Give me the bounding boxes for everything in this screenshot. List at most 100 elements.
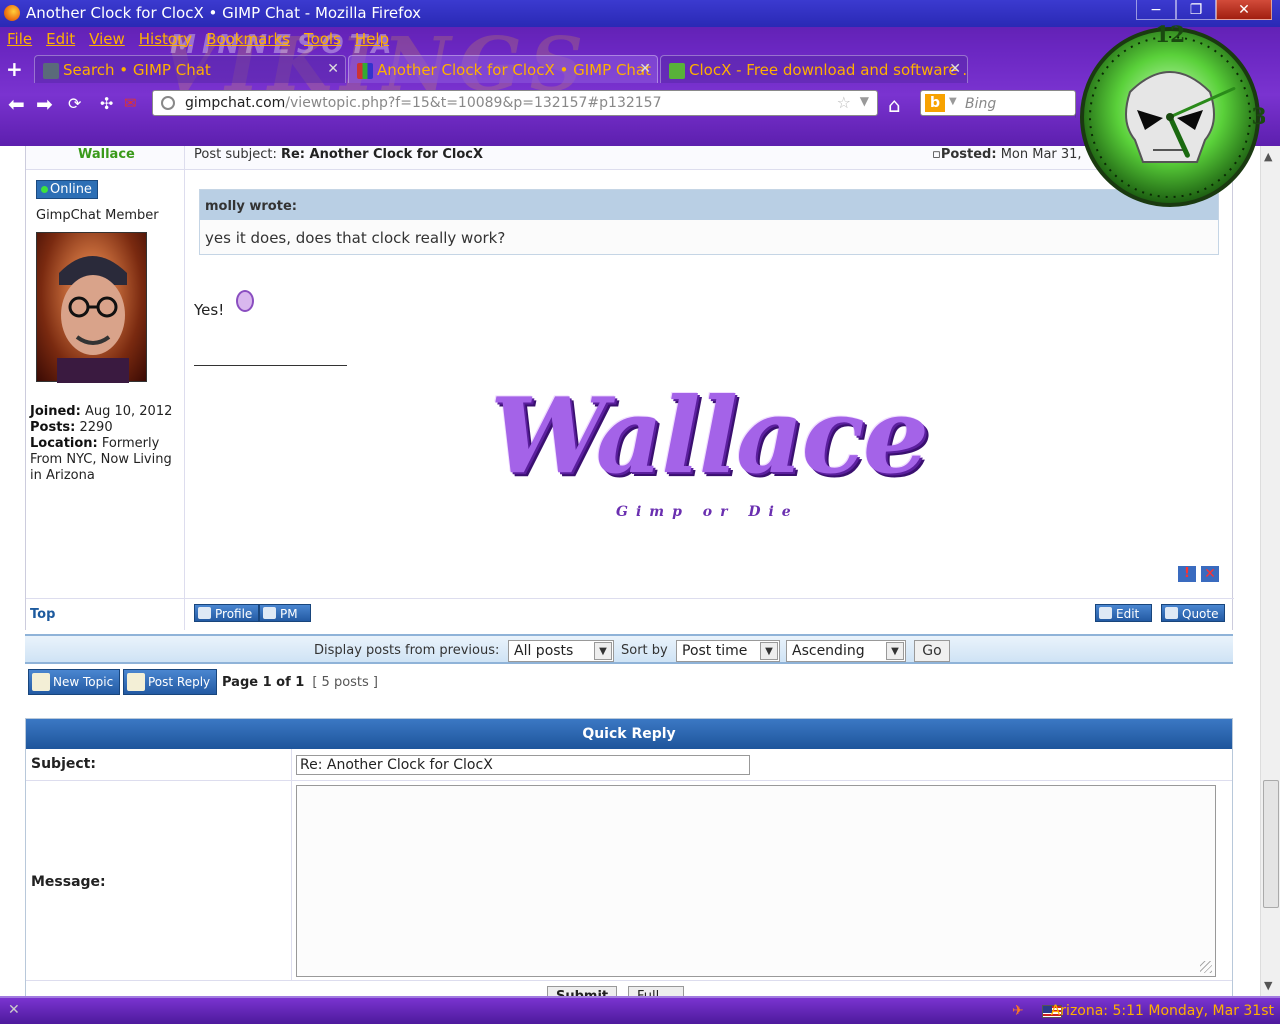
tab-close-icon[interactable]: ✕ bbox=[949, 61, 961, 77]
forward-arrow-icon[interactable]: ➡ bbox=[36, 92, 53, 116]
chevron-down-icon: ▼ bbox=[886, 642, 904, 660]
search-engine-dropdown-icon[interactable]: ▼ bbox=[949, 96, 957, 107]
tab-favicon bbox=[669, 63, 685, 79]
tab-favicon bbox=[43, 63, 59, 79]
post-reply-icon bbox=[127, 673, 145, 691]
url-dropdown-icon[interactable]: ▼ bbox=[860, 94, 869, 108]
joined-stat: Joined: Aug 10, 2012 bbox=[30, 404, 173, 419]
taskbar-close-icon[interactable]: ✕ bbox=[8, 1002, 20, 1018]
clock-numeral-9: 9 bbox=[1075, 104, 1077, 130]
menu-tools[interactable]: Tools bbox=[297, 28, 348, 50]
tab-search-gimp-chat[interactable]: Search • GIMP Chat ✕ bbox=[34, 55, 346, 83]
tab-clocx-download[interactable]: ClocX - Free download and software ... ✕ bbox=[660, 55, 968, 83]
smiley-icon bbox=[236, 290, 254, 312]
post-author-panel: Online GimpChat Member Joined: Aug 10, 2… bbox=[26, 146, 185, 630]
avatar[interactable] bbox=[36, 232, 147, 383]
resize-grip-icon[interactable] bbox=[1200, 961, 1212, 973]
reload-icon[interactable]: ⟳ bbox=[68, 94, 81, 113]
menu-bookmarks[interactable]: Bookmarks bbox=[199, 28, 297, 50]
display-posts-select[interactable]: All posts ▼ bbox=[508, 640, 614, 662]
sort-by-select[interactable]: Post time ▼ bbox=[676, 640, 780, 662]
submit-button[interactable]: Submit bbox=[547, 986, 618, 996]
new-tab-plus-icon[interactable]: + bbox=[6, 57, 23, 81]
menu-history[interactable]: History bbox=[132, 28, 199, 50]
quote-icon bbox=[1165, 607, 1178, 619]
display-posts-label: Display posts from previous: bbox=[314, 643, 500, 658]
signature-logo: Wallace Gimp or Die bbox=[484, 374, 934, 524]
quote-author: molly wrote: bbox=[200, 190, 1218, 220]
display-options-bar: Display posts from previous: All posts ▼ … bbox=[25, 634, 1233, 664]
firefox-logo-icon bbox=[4, 5, 20, 21]
window-controls: − ❐ ✕ bbox=[1136, 0, 1272, 20]
home-icon[interactable]: ⌂ bbox=[888, 93, 901, 117]
post-icon: ▫ bbox=[932, 147, 941, 162]
row-divider bbox=[291, 781, 292, 980]
page-content: Wallace Post subject: Re: Another Clock … bbox=[0, 146, 1260, 996]
back-to-top-link[interactable]: Top bbox=[30, 607, 55, 622]
edit-button[interactable]: Edit bbox=[1095, 604, 1153, 622]
tab-label: Search • GIMP Chat bbox=[63, 61, 211, 79]
search-box[interactable]: b ▼ Bing bbox=[920, 90, 1076, 116]
message-label: Message: bbox=[31, 874, 106, 890]
location-stat: Location: Formerly From NYC, Now Living … bbox=[30, 436, 172, 483]
new-topic-button[interactable]: New Topic bbox=[28, 669, 121, 695]
bookmark-star-icon[interactable]: ☆ bbox=[837, 93, 851, 112]
signature-tagline: Gimp or Die bbox=[616, 504, 799, 520]
url-text: gimpchat.com/viewtopic.php?f=15&t=10089&… bbox=[185, 95, 662, 111]
clock-numeral-3: 3 bbox=[1251, 104, 1265, 130]
bing-icon[interactable]: b bbox=[925, 94, 945, 112]
pm-button[interactable]: PM bbox=[259, 604, 311, 622]
report-post-icon[interactable]: ! bbox=[1178, 566, 1196, 582]
forum-post: Wallace Post subject: Re: Another Clock … bbox=[25, 146, 1234, 630]
clocx-skull-clock-widget[interactable]: 12 3 6 9 bbox=[1075, 22, 1265, 212]
chevron-down-icon: ▼ bbox=[594, 642, 612, 660]
back-arrow-icon[interactable]: ⬅ bbox=[8, 92, 25, 116]
site-identity-icon[interactable] bbox=[161, 96, 175, 110]
go-button[interactable]: Go bbox=[914, 640, 950, 662]
scrollbar-thumb[interactable] bbox=[1263, 780, 1279, 908]
pm-icon bbox=[263, 607, 276, 619]
restore-button[interactable]: ❐ bbox=[1176, 0, 1216, 20]
user-rank: GimpChat Member bbox=[36, 208, 159, 223]
scroll-down-arrow-icon[interactable]: ▼ bbox=[1264, 979, 1272, 992]
gmail-icon[interactable]: ✉ bbox=[124, 94, 137, 112]
full-editor-button[interactable]: Full Editor bbox=[628, 986, 685, 996]
taskbar-clock[interactable]: Arizona: 5:11 Monday, Mar 31st bbox=[1051, 1003, 1274, 1019]
post-reply-button[interactable]: Post Reply bbox=[123, 669, 218, 695]
search-placeholder: Bing bbox=[965, 96, 997, 112]
tab-another-clock[interactable]: Another Clock for ClocX • GIMP Chat ✕ bbox=[348, 55, 658, 83]
tab-label: Another Clock for ClocX • GIMP Chat bbox=[377, 61, 651, 79]
delete-post-icon[interactable]: ✕ bbox=[1201, 566, 1219, 582]
online-dot-icon bbox=[41, 186, 48, 193]
menu-edit[interactable]: Edit bbox=[39, 28, 82, 50]
quick-reply-header: Quick Reply bbox=[26, 719, 1232, 749]
minimize-button[interactable]: − bbox=[1136, 0, 1176, 20]
sort-order-select[interactable]: Ascending ▼ bbox=[786, 640, 906, 662]
profile-button[interactable]: Profile bbox=[194, 604, 260, 622]
menu-help[interactable]: Help bbox=[348, 28, 396, 50]
menu-view[interactable]: View bbox=[82, 28, 132, 50]
edit-pencil-icon bbox=[1099, 607, 1112, 619]
post-date: ▫Posted: Mon Mar 31, bbox=[932, 147, 1082, 162]
clock-numeral-12: 12 bbox=[1155, 22, 1186, 48]
new-topic-icon bbox=[32, 673, 50, 691]
tray-app-icon[interactable]: ✈ bbox=[1012, 1003, 1024, 1019]
quick-reply-message-row: Message: bbox=[26, 781, 1232, 981]
post-footer: Top Profile PM Edit Quote bbox=[26, 598, 1234, 630]
close-button[interactable]: ✕ bbox=[1216, 0, 1272, 20]
page-scrollbar[interactable]: ▲ ▼ bbox=[1260, 146, 1280, 996]
tab-close-icon[interactable]: ✕ bbox=[327, 61, 339, 77]
tab-favicon bbox=[357, 63, 373, 79]
quote-button[interactable]: Quote bbox=[1161, 604, 1226, 622]
chevron-down-icon: ▼ bbox=[760, 642, 778, 660]
tab-close-icon[interactable]: ✕ bbox=[639, 61, 651, 77]
subject-input[interactable]: Re: Another Clock for ClocX bbox=[296, 755, 750, 775]
scroll-up-arrow-icon[interactable]: ▲ bbox=[1264, 150, 1272, 163]
addon-icon[interactable]: ✣ bbox=[100, 94, 113, 113]
message-textarea[interactable] bbox=[296, 785, 1216, 977]
signature-logo-text: Wallace bbox=[490, 374, 929, 497]
menu-file[interactable]: File bbox=[0, 28, 39, 50]
signature-divider bbox=[194, 365, 347, 366]
address-bar[interactable]: gimpchat.com/viewtopic.php?f=15&t=10089&… bbox=[152, 90, 878, 116]
quick-reply-panel: Quick Reply Subject: Re: Another Clock f… bbox=[25, 718, 1233, 996]
